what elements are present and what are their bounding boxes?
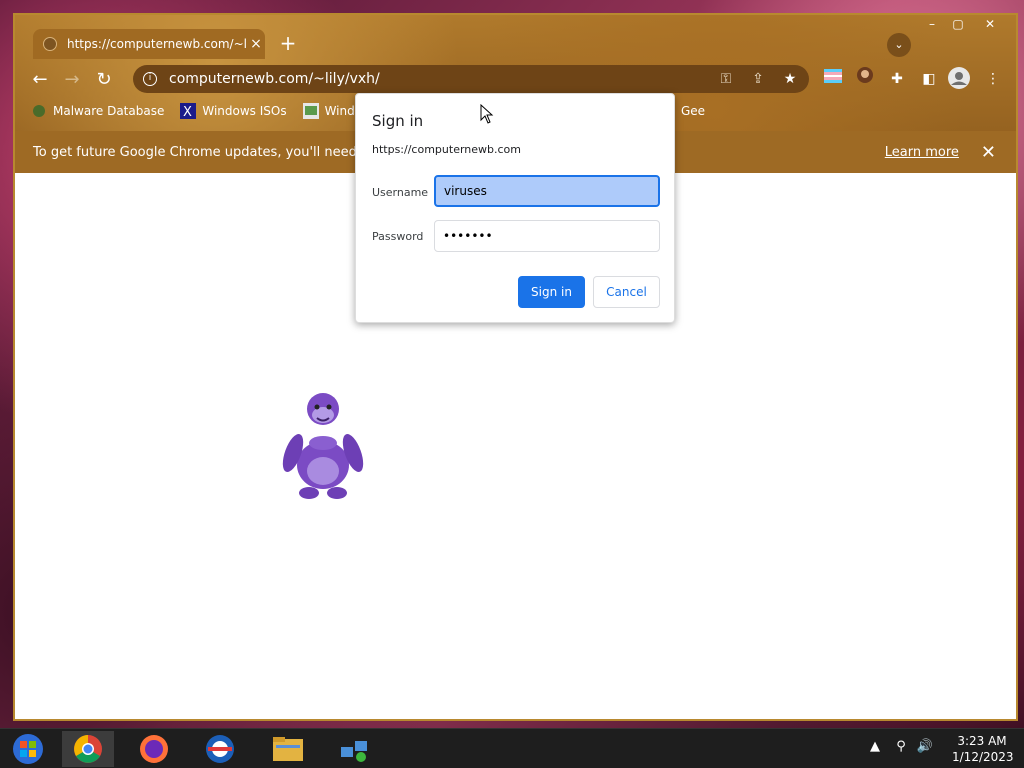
chrome-icon (74, 735, 102, 763)
taskbar-chrome[interactable] (62, 731, 114, 767)
bookmarks-bar: Malware Database X Windows ISOs Windows … (31, 99, 705, 123)
extensions-puzzle-icon[interactable]: ✚ (885, 67, 909, 91)
folder-icon (273, 737, 303, 761)
password-input[interactable] (434, 220, 660, 252)
outlook-icon (206, 735, 234, 763)
url-text[interactable]: computernewb.com/~lily/vxh/ (169, 71, 713, 87)
svg-text:X: X (183, 105, 192, 119)
taskbar-network[interactable] (328, 731, 380, 767)
close-window-button[interactable]: ✕ (977, 15, 1003, 33)
bookmark-item[interactable]: Gee (681, 104, 705, 118)
reload-button[interactable]: ↻ (91, 67, 117, 93)
malware-icon (31, 103, 47, 119)
start-orb-icon (13, 734, 43, 764)
volume-icon[interactable]: 🔊 (916, 739, 934, 757)
account-avatar-icon[interactable] (947, 67, 971, 91)
learn-more-link[interactable]: Learn more (885, 145, 959, 160)
clock[interactable]: 3:23 AM 1/12/2023 (952, 733, 1014, 765)
bookmark-item[interactable]: X Windows ISOs (180, 103, 287, 120)
taskbar-outlook[interactable] (194, 731, 246, 767)
forward-button[interactable]: → (59, 67, 85, 93)
address-bar[interactable]: i computernewb.com/~lily/vxh/ ⚿ ⇪ ★ (133, 65, 809, 93)
windows-icon (302, 103, 319, 119)
key-icon[interactable]: ⚿ (713, 71, 739, 87)
mouse-pointer-icon (480, 104, 494, 124)
side-panel-icon[interactable]: ◧ (917, 67, 941, 91)
clock-time: 3:23 AM (957, 734, 1007, 748)
dialog-title: Sign in (372, 112, 424, 130)
username-label: Username (372, 186, 429, 199)
username-input[interactable] (434, 175, 660, 207)
infobar-close-icon[interactable]: ✕ (981, 142, 996, 163)
menu-kebab-icon[interactable]: ⋮ (981, 67, 1005, 91)
start-button[interactable] (2, 731, 54, 767)
taskbar-firefox[interactable] (128, 731, 180, 767)
network-icon (341, 741, 367, 762)
bookmark-label: Windows ISOs (202, 104, 287, 118)
browser-tab[interactable]: https://computernewb.com/~lily/ × (33, 29, 265, 59)
back-button[interactable]: ← (27, 67, 53, 93)
maximize-button[interactable]: ▢ (945, 15, 971, 33)
flag-extension-icon[interactable] (821, 67, 845, 91)
cancel-button[interactable]: Cancel (593, 276, 660, 308)
network-tray-icon[interactable]: ⚲ (892, 739, 910, 757)
profile-extension-icon[interactable] (853, 67, 877, 91)
dialog-origin: https://computernewb.com (372, 143, 521, 156)
show-hidden-icons[interactable]: ▲ (866, 739, 884, 757)
globe-icon (43, 37, 57, 51)
bookmark-star-icon[interactable]: ★ (777, 71, 803, 87)
tab-close-icon[interactable]: × (247, 36, 265, 52)
site-info-icon[interactable]: i (143, 72, 157, 86)
tab-search-button[interactable]: ⌄ (887, 33, 911, 57)
share-icon[interactable]: ⇪ (745, 71, 771, 87)
taskbar: ▲ ⚲ 🔊 3:23 AM 1/12/2023 (0, 728, 1024, 768)
bookmark-label: Malware Database (53, 104, 165, 118)
sign-in-button[interactable]: Sign in (518, 276, 585, 308)
taskbar-explorer[interactable] (262, 731, 314, 767)
tab-title: https://computernewb.com/~lily/ (67, 37, 247, 51)
clock-date: 1/12/2023 (952, 750, 1014, 764)
new-tab-button[interactable]: + (277, 33, 299, 55)
bookmark-label: Gee (681, 104, 706, 118)
http-auth-dialog: Sign in https://computernewb.com Usernam… (355, 93, 675, 323)
purple-gorilla-image (282, 393, 364, 499)
minimize-button[interactable]: – (919, 15, 945, 33)
x-icon: X (180, 103, 197, 120)
firefox-icon (140, 735, 168, 763)
bookmark-item[interactable]: Malware Database (31, 103, 164, 119)
password-label: Password (372, 230, 424, 243)
